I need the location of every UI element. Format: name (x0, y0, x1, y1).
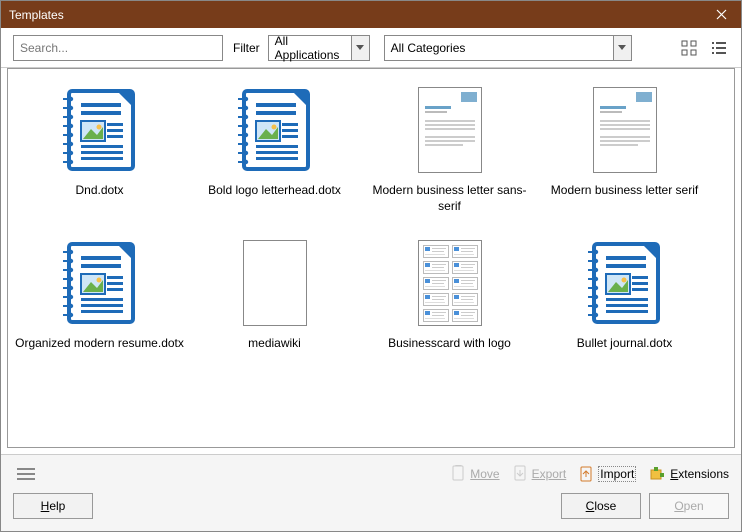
import-icon (578, 465, 594, 483)
applications-value: All Applications (269, 34, 351, 62)
export-icon (512, 465, 528, 483)
template-item[interactable]: Bullet journal.dotx (537, 232, 712, 370)
view-list-button[interactable] (709, 38, 729, 58)
footer: Move Export Import Extensions (1, 454, 741, 531)
grid-icon (681, 40, 697, 56)
template-item[interactable]: Dnd.dotx (12, 79, 187, 232)
import-button[interactable]: Import (578, 465, 636, 483)
window-title: Templates (9, 8, 701, 22)
templates-dialog: Templates Filter All Applications All Ca… (0, 0, 742, 532)
extensions-button[interactable]: Extensions (648, 465, 729, 483)
template-item[interactable]: Organized modern resume.dotx (12, 232, 187, 370)
export-button: Export (512, 465, 567, 483)
template-label: Modern business letter serif (551, 183, 698, 199)
categories-dropdown[interactable]: All Categories (384, 35, 632, 61)
chevron-down-icon (613, 36, 631, 60)
template-label: Modern business letter sans-serif (365, 183, 535, 214)
search-input[interactable] (13, 35, 223, 61)
template-thumbnail (225, 83, 325, 177)
template-label: Bullet journal.dotx (577, 336, 672, 352)
template-thumbnail (50, 83, 150, 177)
template-item[interactable]: Businesscard with logo (362, 232, 537, 370)
list-icon (711, 40, 727, 56)
close-button[interactable]: Close (561, 493, 641, 519)
template-label: Bold logo letterhead.dotx (208, 183, 341, 199)
filter-label: Filter (233, 41, 260, 55)
close-icon (716, 9, 727, 20)
move-button: Move (450, 465, 499, 483)
extensions-label: Extensions (670, 467, 729, 481)
template-item[interactable]: Bold logo letterhead.dotx (187, 79, 362, 232)
template-item[interactable]: Modern business letter serif (537, 79, 712, 232)
template-label: Businesscard with logo (388, 336, 511, 352)
templates-scroll[interactable]: Dnd.dotx Bold logo letterhead.dotx Moder… (8, 69, 734, 447)
categories-value: All Categories (385, 41, 613, 55)
template-label: Dnd.dotx (75, 183, 123, 199)
applications-dropdown[interactable]: All Applications (268, 35, 370, 61)
chevron-down-icon (351, 36, 369, 60)
extensions-icon (648, 465, 666, 483)
template-thumbnail (225, 236, 325, 330)
template-thumbnail (400, 83, 500, 177)
templates-pane: Dnd.dotx Bold logo letterhead.dotx Moder… (7, 68, 735, 448)
import-label: Import (598, 466, 636, 482)
menu-button[interactable] (17, 468, 35, 480)
help-button[interactable]: Help (13, 493, 93, 519)
view-grid-button[interactable] (679, 38, 699, 58)
template-thumbnail (400, 236, 500, 330)
template-item[interactable]: mediawiki (187, 232, 362, 370)
move-icon (450, 465, 466, 483)
template-label: mediawiki (248, 336, 301, 352)
move-label: Move (470, 467, 499, 481)
template-item[interactable]: Modern business letter sans-serif (362, 79, 537, 232)
export-label: Export (532, 467, 567, 481)
template-label: Organized modern resume.dotx (15, 336, 184, 352)
open-button: Open (649, 493, 729, 519)
template-thumbnail (50, 236, 150, 330)
window-close-button[interactable] (701, 1, 741, 28)
titlebar: Templates (1, 1, 741, 28)
template-thumbnail (575, 83, 675, 177)
template-thumbnail (575, 236, 675, 330)
toolbar: Filter All Applications All Categories (1, 28, 741, 68)
